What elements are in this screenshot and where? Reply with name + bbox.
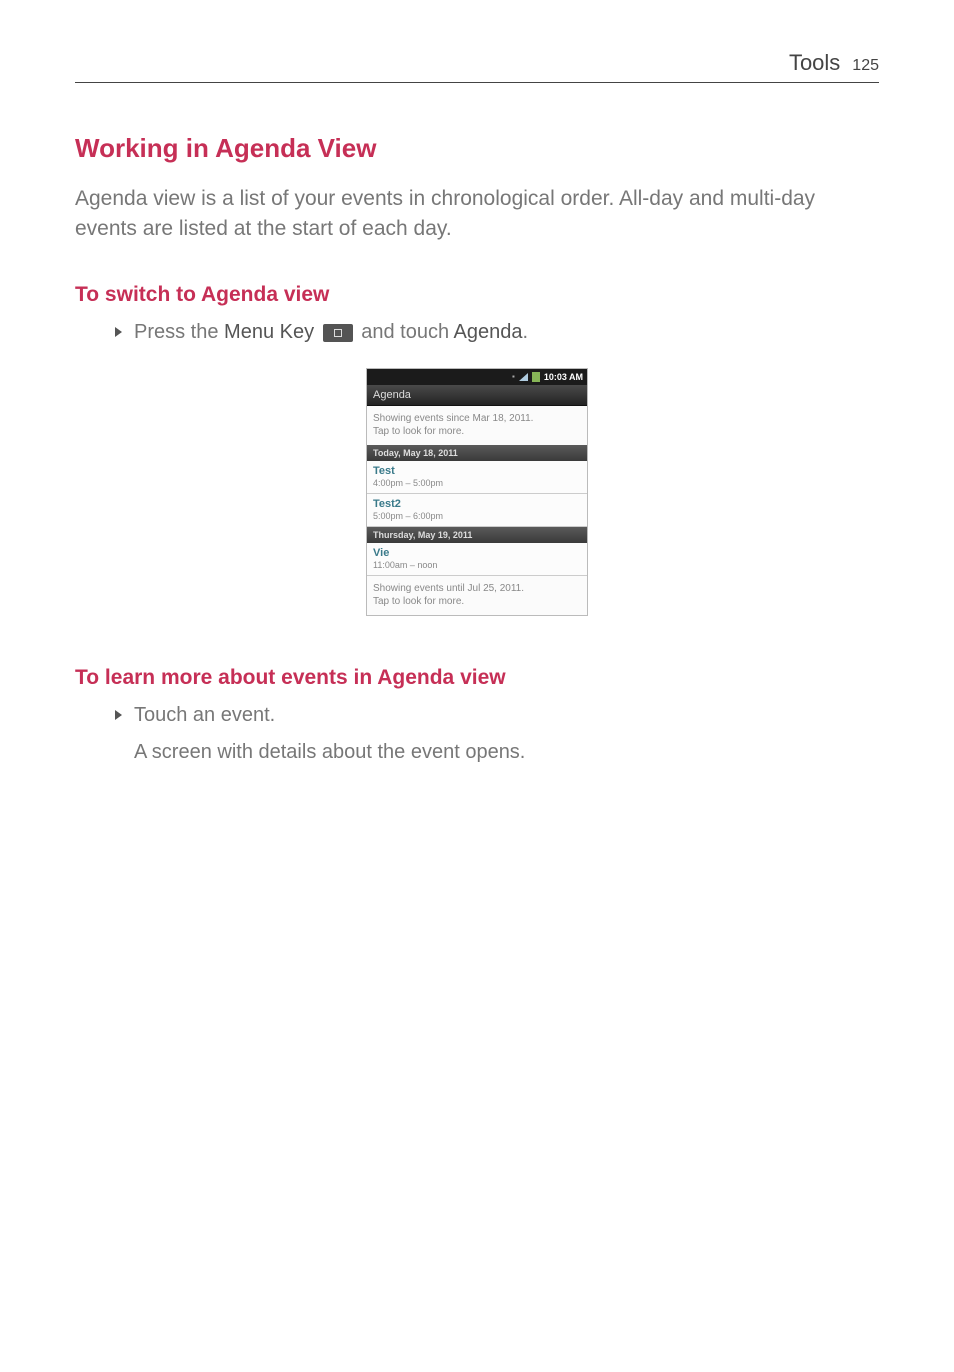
bullet-switch-agenda: Press the Menu Key and touch Agenda. <box>115 321 879 344</box>
section-intro: Agenda view is a list of your events in … <box>75 184 879 245</box>
phone-screenshot: ▪ 10:03 AM Agenda Showing events since M… <box>366 368 588 616</box>
event-title: Test2 <box>373 498 581 510</box>
agenda-bottom-line1: Showing events until Jul 25, 2011. <box>373 582 581 596</box>
agenda-day-header-2: Thursday, May 19, 2011 <box>367 527 587 543</box>
menu-key-inner-icon <box>334 329 342 337</box>
agenda-bottom-line2: Tap to look for more. <box>373 595 581 609</box>
agenda-event-3[interactable]: Vie 11:00am – noon <box>367 543 587 576</box>
event-time: 5:00pm – 6:00pm <box>373 511 581 521</box>
detail-text: A screen with details about the event op… <box>134 741 879 764</box>
agenda-event-2[interactable]: Test2 5:00pm – 6:00pm <box>367 494 587 527</box>
agenda-top-line2: Tap to look for more. <box>373 425 581 439</box>
agenda-event-1[interactable]: Test 4:00pm – 5:00pm <box>367 461 587 494</box>
bullet-touch-event: Touch an event. <box>115 704 879 727</box>
agenda-day-header-1: Today, May 18, 2011 <box>367 445 587 461</box>
keyword-agenda: Agenda <box>454 321 523 343</box>
bullet-icon <box>115 710 122 720</box>
bullet-touch-text: Touch an event. <box>134 704 275 727</box>
event-title: Test <box>373 465 581 477</box>
text-fragment: . <box>523 321 529 343</box>
event-time: 11:00am – noon <box>373 560 581 570</box>
subsection-learn-title: To learn more about events in Agenda vie… <box>75 666 879 690</box>
agenda-top-line1: Showing events since Mar 18, 2011. <box>373 412 581 426</box>
event-title: Vie <box>373 547 581 559</box>
status-bar: ▪ 10:03 AM <box>367 369 587 385</box>
agenda-top-info[interactable]: Showing events since Mar 18, 2011. Tap t… <box>367 406 587 445</box>
subsection-switch-title: To switch to Agenda view <box>75 283 879 307</box>
header-category: Tools <box>789 50 840 76</box>
bullet-switch-text: Press the Menu Key and touch Agenda. <box>134 321 528 344</box>
header-page-number: 125 <box>852 57 879 75</box>
event-time: 4:00pm – 5:00pm <box>373 478 581 488</box>
status-time: 10:03 AM <box>544 372 583 382</box>
status-misc-icon: ▪ <box>512 372 515 381</box>
bullet-icon <box>115 327 122 337</box>
signal-icon <box>519 373 528 381</box>
battery-icon <box>532 372 540 382</box>
agenda-title-bar: Agenda <box>367 385 587 406</box>
page-header: Tools 125 <box>75 50 879 83</box>
text-fragment: Press the <box>134 321 224 343</box>
menu-key-icon <box>323 324 353 342</box>
keyword-menu-key: Menu Key <box>224 321 314 343</box>
text-fragment: and touch <box>356 321 454 343</box>
agenda-bottom-info[interactable]: Showing events until Jul 25, 2011. Tap t… <box>367 576 587 615</box>
section-title: Working in Agenda View <box>75 133 879 164</box>
